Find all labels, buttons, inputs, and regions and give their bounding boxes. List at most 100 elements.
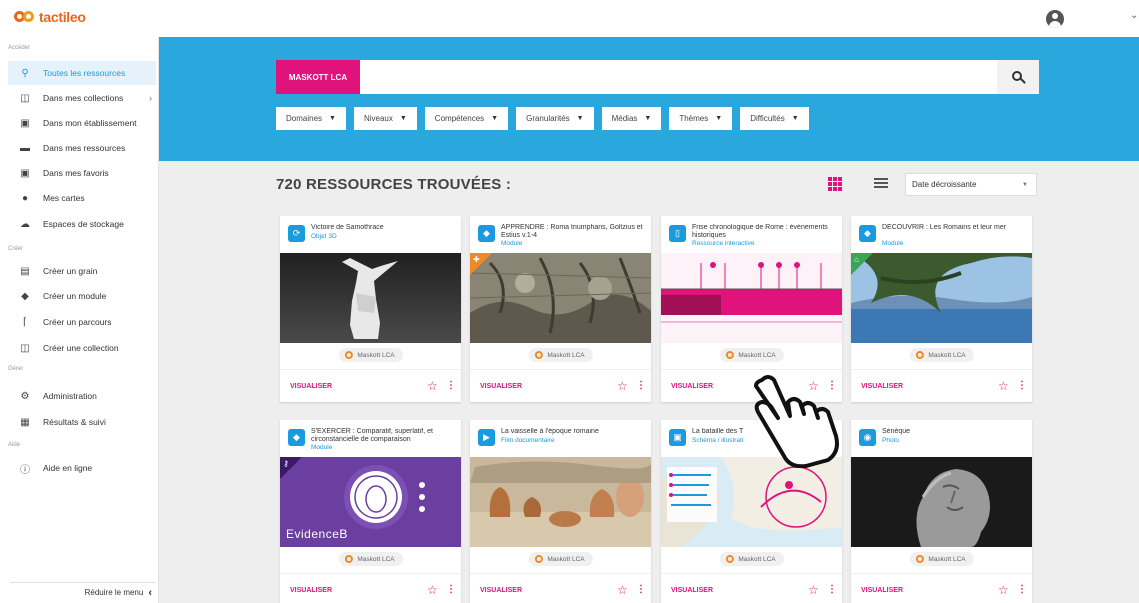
- card-title: La vaisselle à l'époque romaine: [501, 428, 599, 435]
- search-filter-tag[interactable]: MASKOTT LCA: [276, 60, 360, 94]
- reduce-menu-button[interactable]: Réduire le menu ‹: [10, 582, 156, 602]
- resource-card[interactable]: ▶ La vaisselle à l'époque romaine Film d…: [470, 420, 651, 603]
- sidebar-item-collections[interactable]: ◫ Dans mes collections ›: [8, 86, 156, 110]
- filter-themes[interactable]: Thèmes ▼: [669, 107, 733, 130]
- sidebar-item-label: Mes cartes: [43, 193, 85, 203]
- visualiser-link[interactable]: VISUALISER: [480, 587, 522, 594]
- sidebar-item-stockage[interactable]: ☁ Espaces de stockage: [8, 212, 156, 236]
- star-icon[interactable]: ☆: [427, 379, 438, 393]
- card-header: ▶ La vaisselle à l'époque romaine Film d…: [470, 420, 651, 457]
- star-icon[interactable]: ☆: [617, 583, 628, 597]
- sidebar-item-label: Résultats & suivi: [43, 417, 106, 427]
- sidebar-item-administration[interactable]: ⚙ Administration: [8, 384, 156, 408]
- resource-card[interactable]: ◆ S'EXERCER : Comparatif, superlatif, et…: [280, 420, 461, 603]
- search-input[interactable]: [360, 60, 997, 94]
- resource-card[interactable]: ◉ Sénèque Photo Maskott LCA VISUALISER ☆…: [851, 420, 1032, 603]
- sidebar-item-creer-collection[interactable]: ◫ Créer une collection: [8, 336, 156, 360]
- list-view-icon[interactable]: [874, 178, 888, 190]
- grid-view-icon[interactable]: [828, 177, 842, 191]
- sidebar-item-etablissement[interactable]: ▣ Dans mon établissement: [8, 111, 156, 135]
- search-icon: ⚲: [21, 67, 29, 79]
- museum-icon: ⌂: [854, 255, 859, 264]
- card-thumbnail[interactable]: [280, 253, 461, 343]
- visualiser-link[interactable]: VISUALISER: [290, 383, 332, 390]
- card-type: Objet 3D: [311, 233, 337, 240]
- sidebar-item-favoris[interactable]: ▣ Dans mes favoris: [8, 161, 156, 185]
- favorites-icon: ▣: [20, 167, 30, 179]
- filter-granularites[interactable]: Granularités ▼: [516, 107, 594, 130]
- sidebar-item-creer-grain[interactable]: ▤ Créer un grain: [8, 259, 156, 283]
- visualiser-link[interactable]: VISUALISER: [671, 383, 713, 390]
- filter-label: Domaines: [286, 114, 323, 123]
- section-label-aide: Aide: [8, 442, 21, 448]
- card-thumbnail[interactable]: [661, 253, 842, 343]
- tactileo-logo[interactable]: tactileo: [14, 9, 86, 25]
- card-footer: VISUALISER ☆ ⋮: [280, 573, 461, 603]
- card-header: ◆ S'EXERCER : Comparatif, superlatif, et…: [280, 420, 461, 457]
- star-icon[interactable]: ☆: [998, 379, 1009, 393]
- more-options-icon[interactable]: ⋮: [636, 584, 646, 595]
- filter-competences[interactable]: Compétences ▼: [424, 107, 509, 130]
- filter-niveaux[interactable]: Niveaux ▼: [353, 107, 417, 130]
- source-chip: Maskott LCA: [909, 348, 974, 362]
- card-thumbnail[interactable]: [470, 253, 651, 343]
- filter-label: Compétences: [434, 114, 485, 123]
- more-options-icon[interactable]: ⋮: [1017, 380, 1027, 391]
- filter-label: Difficultés: [750, 114, 785, 123]
- card-thumbnail[interactable]: [661, 457, 842, 547]
- sidebar-item-mes-cartes[interactable]: ● Mes cartes: [8, 186, 156, 210]
- source-label: Maskott LCA: [928, 555, 966, 563]
- visualiser-link[interactable]: VISUALISER: [861, 383, 903, 390]
- sidebar-item-label: Dans mes favoris: [43, 168, 109, 178]
- gear-icon: ⚙: [20, 390, 30, 402]
- more-options-icon[interactable]: ⋮: [446, 584, 456, 595]
- star-icon[interactable]: ☆: [427, 583, 438, 597]
- source-label: Maskott LCA: [357, 351, 395, 359]
- star-icon[interactable]: ☆: [998, 583, 1009, 597]
- source-label: Maskott LCA: [547, 351, 585, 359]
- more-options-icon[interactable]: ⋮: [1017, 584, 1027, 595]
- sidebar-item-creer-module[interactable]: ◆ Créer un module: [8, 284, 156, 308]
- evidenceb-text: EvidenceB: [286, 527, 348, 541]
- caret-down-icon: ▼: [791, 115, 799, 122]
- account-icon[interactable]: [1046, 10, 1064, 28]
- visualiser-link[interactable]: VISUALISER: [290, 587, 332, 594]
- source-chip: Maskott LCA: [719, 552, 784, 566]
- card-thumbnail[interactable]: EvidenceB: [280, 457, 461, 547]
- sidebar-item-toutes-ressources[interactable]: ⚲ Toutes les ressources: [8, 61, 156, 85]
- more-options-icon[interactable]: ⋮: [827, 584, 837, 595]
- card-thumbnail[interactable]: [851, 457, 1032, 547]
- source-label: Maskott LCA: [357, 555, 395, 563]
- sidebar-item-label: Dans mon établissement: [43, 118, 137, 128]
- visualiser-link[interactable]: VISUALISER: [480, 383, 522, 390]
- sort-select[interactable]: Date décroissante ▼: [905, 173, 1037, 196]
- resource-card[interactable]: ◆ APPRENDRE : Roma triumphans, Goltzius …: [470, 216, 651, 402]
- filter-medias[interactable]: Médias ▼: [601, 107, 662, 130]
- card-thumbnail[interactable]: [470, 457, 651, 547]
- sidebar-item-mes-ressources[interactable]: ▬ Dans mes ressources: [8, 136, 156, 160]
- sidebar-item-resultats[interactable]: ▦ Résultats & suivi: [8, 410, 156, 434]
- resource-card[interactable]: ⟳ Victoire de Samothrace Objet 3D Maskot…: [280, 216, 461, 402]
- card-type: Module: [501, 240, 523, 247]
- card-footer: VISUALISER ☆ ⋮: [470, 369, 651, 402]
- filter-difficultes[interactable]: Difficultés ▼: [740, 107, 809, 130]
- filter-domaines[interactable]: Domaines ▼: [276, 107, 346, 130]
- visualiser-link[interactable]: VISUALISER: [861, 587, 903, 594]
- visualiser-link[interactable]: VISUALISER: [671, 587, 713, 594]
- resource-card[interactable]: ◆ DÉCOUVRIR : Les Romains et leur mer Mo…: [851, 216, 1032, 402]
- schema-icon: ▣: [669, 429, 686, 446]
- card-title: S'EXERCER : Comparatif, superlatif, et c…: [311, 428, 433, 443]
- sidebar-item-label: Administration: [43, 391, 97, 401]
- more-options-icon[interactable]: ⋮: [636, 380, 646, 391]
- source-label: Maskott LCA: [738, 555, 776, 563]
- sidebar-item-creer-parcours[interactable]: ⌈ Créer un parcours: [8, 310, 156, 334]
- cloud-icon: ☁: [20, 218, 30, 230]
- more-chevron-icon[interactable]: ⌄: [1130, 10, 1138, 21]
- search-button[interactable]: [997, 60, 1039, 94]
- card-thumbnail[interactable]: [851, 253, 1032, 343]
- star-icon[interactable]: ☆: [808, 583, 819, 597]
- sidebar-item-aide-en-ligne[interactable]: ⓘ Aide en ligne: [8, 456, 156, 480]
- source-chip: Maskott LCA: [528, 348, 593, 362]
- more-options-icon[interactable]: ⋮: [446, 380, 456, 391]
- star-icon[interactable]: ☆: [617, 379, 628, 393]
